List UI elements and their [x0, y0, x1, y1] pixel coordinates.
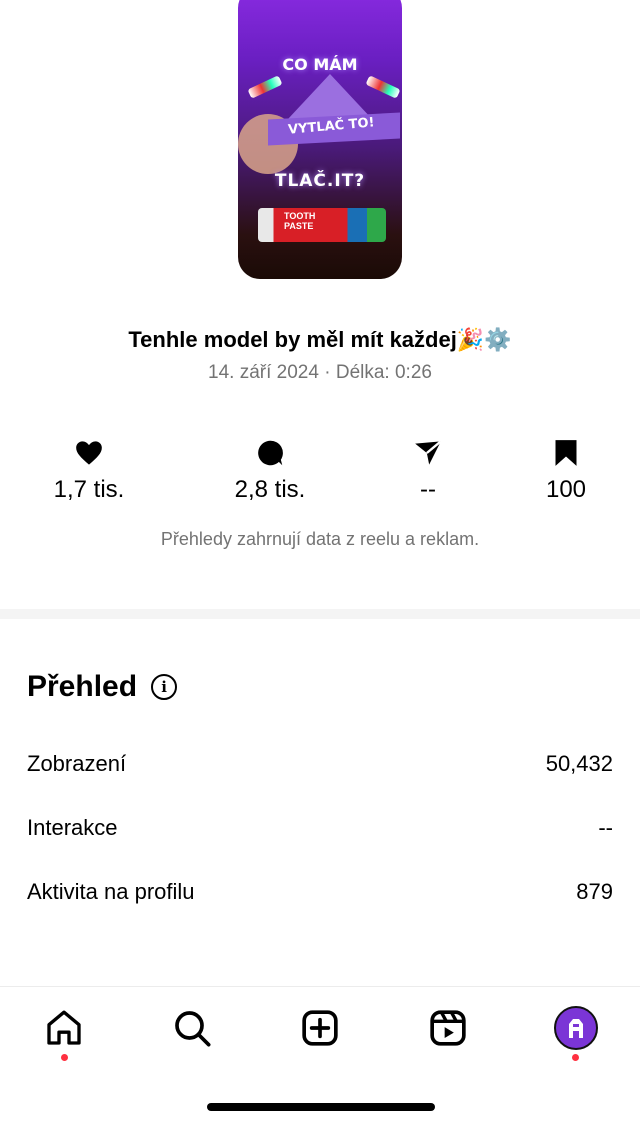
shares-count: -- [420, 476, 436, 503]
thumb-text-top: CO MÁM [282, 55, 358, 74]
stat-likes: 1,7 tis. [19, 438, 159, 504]
comment-icon [200, 438, 340, 468]
reel-length: Délka: 0:26 [335, 362, 432, 383]
stat-comments: 2,8 tis. [200, 438, 340, 504]
reel-date: 14. září 2024 [208, 362, 319, 383]
share-icon [358, 438, 498, 468]
profile-avatar[interactable] [554, 1006, 598, 1050]
stat-saves: 100 [496, 438, 636, 504]
stat-shares: -- [358, 438, 498, 504]
home-icon[interactable] [42, 1006, 86, 1050]
create-icon[interactable] [298, 1006, 342, 1050]
home-indicator[interactable] [207, 1103, 435, 1111]
overview-row-profile-activity[interactable]: Aktivita na profilu 879 [27, 879, 613, 905]
row-label: Aktivita na profilu [27, 879, 195, 904]
section-divider [0, 609, 640, 619]
row-label: Zobrazení [27, 751, 127, 776]
overview-row-views[interactable]: Zobrazení 50,432 [27, 751, 613, 777]
reels-icon[interactable] [426, 1006, 470, 1050]
reel-caption: Tenhle model by měl mít každej🎉⚙️ [128, 327, 512, 352]
heart-icon [19, 438, 159, 468]
overview-row-interactions[interactable]: Interakce -- [27, 815, 613, 841]
home-notification-dot [61, 1054, 68, 1061]
row-value: 879 [576, 879, 613, 904]
comments-count: 2,8 tis. [234, 476, 306, 503]
nav-divider [0, 986, 640, 987]
reel-meta: 14. září 2024 · Délka: 0:26 [208, 362, 432, 383]
row-label: Interakce [27, 815, 118, 840]
reel-thumbnail[interactable]: CO MÁM VYTLAČ TO! TLAČ.IT? TOOTH PASTE [238, 0, 402, 279]
info-icon[interactable]: i [151, 674, 178, 700]
row-value: 50,432 [545, 751, 613, 776]
profile-notification-dot [572, 1054, 579, 1061]
save-icon [496, 438, 636, 468]
overview-title: Přehled [27, 670, 138, 703]
saves-count: 100 [545, 476, 587, 503]
avatar [554, 1006, 598, 1050]
thumb-text-mid: TLAČ.IT? [274, 171, 366, 191]
likes-count: 1,7 tis. [53, 476, 125, 503]
overview-header: Přehled i [27, 670, 178, 704]
row-value: -- [598, 815, 613, 840]
stats-note: Přehledy zahrnují data z reelu a reklam. [160, 529, 480, 549]
thumb-text-tube: TOOTH PASTE [284, 211, 316, 231]
search-icon[interactable] [170, 1006, 214, 1050]
